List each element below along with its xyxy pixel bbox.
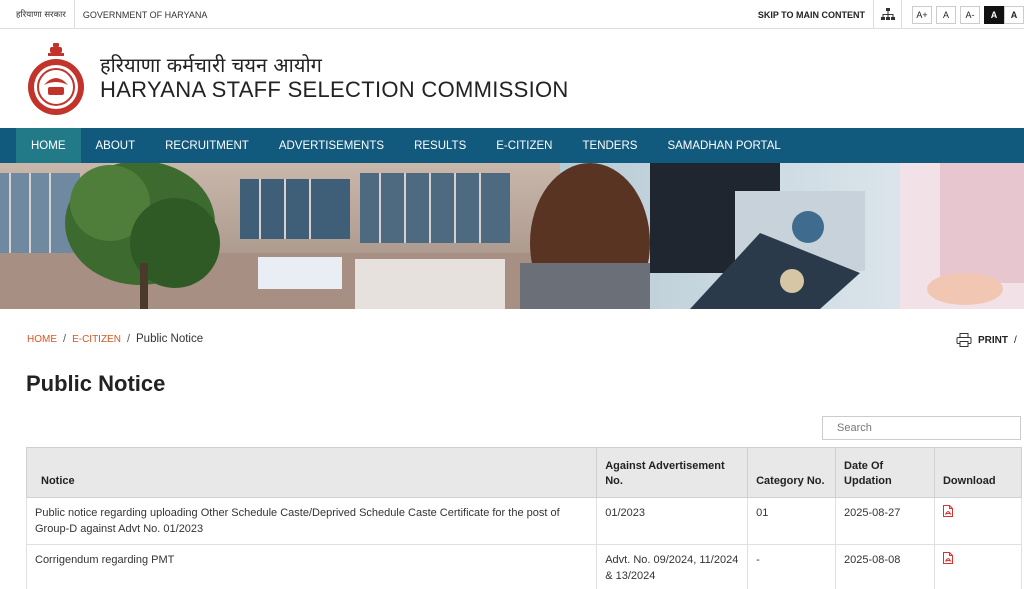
print-button[interactable]: PRINT / bbox=[956, 333, 1017, 347]
advertisement-cell: 01/2023 bbox=[596, 497, 749, 545]
category-cell: 01 bbox=[747, 497, 837, 545]
sitemap-icon[interactable] bbox=[874, 0, 902, 29]
header-title: HARYANA STAFF SELECTION COMMISSION bbox=[100, 77, 569, 102]
skip-to-main-content-link[interactable]: SKIP TO MAIN CONTENT bbox=[750, 0, 874, 29]
column-header-date[interactable]: Date Of Updation bbox=[835, 447, 935, 498]
column-header-download[interactable]: Download bbox=[933, 447, 1023, 498]
breadcrumb-home-link[interactable]: HOME bbox=[27, 334, 57, 345]
notice-cell: Corrigendum regarding PMT bbox=[25, 544, 598, 589]
breadcrumb-current: Public Notice bbox=[136, 333, 204, 345]
site-header: हरियाणा कर्मचारी चयन आयोग HARYANA STAFF … bbox=[0, 29, 1024, 128]
contrast-light-button[interactable]: A bbox=[1004, 5, 1024, 24]
nav-advertisements[interactable]: ADVERTISEMENTS bbox=[264, 128, 399, 163]
nav-tenders[interactable]: TENDERS bbox=[568, 128, 653, 163]
table-row: Public notice regarding uploading Other … bbox=[25, 497, 1023, 545]
font-decrease-button[interactable]: A- bbox=[960, 5, 980, 24]
nav-results[interactable]: RESULTS bbox=[399, 128, 481, 163]
top-utility-bar: हरियाणा सरकार GOVERNMENT OF HARYANA SKIP… bbox=[0, 0, 1024, 29]
nav-about[interactable]: ABOUT bbox=[81, 128, 151, 163]
column-header-notice[interactable]: Notice bbox=[25, 447, 598, 498]
haryana-emblem-logo[interactable] bbox=[26, 41, 86, 117]
column-header-advertisement[interactable]: Against Advertisement No. bbox=[596, 447, 749, 498]
header-hindi-title: हरियाणा कर्मचारी चयन आयोग bbox=[100, 53, 322, 77]
pdf-download-icon[interactable] bbox=[942, 505, 953, 522]
government-label: GOVERNMENT OF HARYANA bbox=[82, 9, 208, 20]
printer-icon bbox=[956, 333, 972, 347]
nav-home[interactable]: HOME bbox=[16, 128, 81, 163]
page-title: Public Notice bbox=[26, 371, 166, 396]
table-row: Corrigendum regarding PMT Advt. No. 09/2… bbox=[25, 544, 1023, 589]
nav-e-citizen[interactable]: E-CITIZEN bbox=[481, 128, 567, 163]
pdf-download-icon[interactable] bbox=[942, 552, 953, 569]
hindi-government-label: हरियाणा सरकार bbox=[16, 10, 66, 20]
notice-cell: Public notice regarding uploading Other … bbox=[25, 497, 598, 545]
breadcrumb-e-citizen-link[interactable]: E-CITIZEN bbox=[72, 334, 121, 345]
hero-banner-image bbox=[0, 163, 1024, 309]
nav-samadhan-portal[interactable]: SAMADHAN PORTAL bbox=[652, 128, 795, 163]
font-increase-button[interactable]: A+ bbox=[912, 5, 932, 24]
main-navigation: HOME ABOUT RECRUITMENT ADVERTISEMENTS RE… bbox=[0, 128, 1024, 163]
nav-recruitment[interactable]: RECRUITMENT bbox=[150, 128, 264, 163]
font-normal-button[interactable]: A bbox=[936, 5, 956, 24]
column-header-category[interactable]: Category No. bbox=[747, 447, 837, 498]
breadcrumb: HOME / E-CITIZEN / Public Notice bbox=[27, 333, 204, 345]
public-notice-table: Notice Against Advertisement No. Categor… bbox=[25, 447, 1023, 589]
advertisement-cell: Advt. No. 09/2024, 11/2024 & 13/2024 bbox=[596, 544, 749, 589]
category-cell: - bbox=[747, 544, 837, 589]
date-cell: 2025-08-08 bbox=[835, 544, 935, 589]
search-input[interactable] bbox=[822, 416, 1021, 440]
contrast-dark-button[interactable]: A bbox=[984, 5, 1004, 24]
print-label: PRINT bbox=[978, 334, 1008, 346]
date-cell: 2025-08-27 bbox=[835, 497, 935, 545]
